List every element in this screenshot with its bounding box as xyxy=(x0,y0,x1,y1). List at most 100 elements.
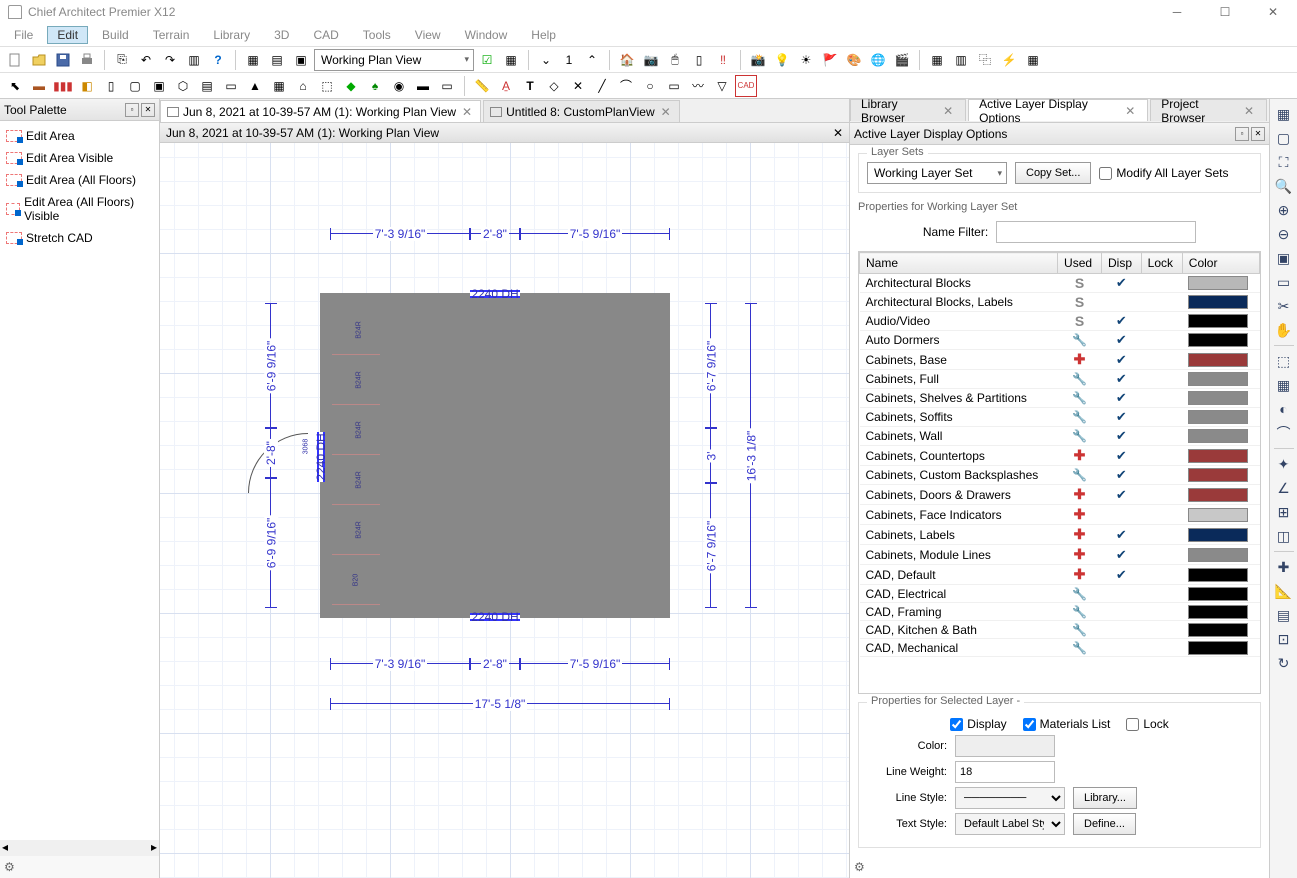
zoom-icon[interactable]: 🔍 xyxy=(1273,175,1295,197)
select-area-icon[interactable]: ▭ xyxy=(1273,271,1295,293)
redo-icon[interactable]: ↷ xyxy=(159,49,181,71)
spline-icon[interactable]: 〰 xyxy=(687,75,709,97)
arc-view-icon[interactable]: ⌒ xyxy=(1273,422,1295,444)
grid-snap-icon[interactable]: ⊞ xyxy=(1273,501,1295,523)
column-header[interactable]: Name xyxy=(860,253,1058,274)
tool-palette-item[interactable]: Edit Area Visible xyxy=(4,147,155,169)
close-button[interactable]: ✕ xyxy=(1257,2,1289,22)
color-swatch[interactable] xyxy=(1188,314,1248,328)
right-tab[interactable]: Library Browser✕ xyxy=(850,99,966,121)
layer-row[interactable]: Cabinets, Face Indicators✚ xyxy=(860,505,1260,525)
document-tab[interactable]: Jun 8, 2021 at 10-39-57 AM (1): Working … xyxy=(160,100,481,122)
plan-canvas[interactable]: 7'-3 9/16" 2'-8" 7'-5 9/16" B24RB24RB24R… xyxy=(160,143,849,878)
zoom-in-icon[interactable]: ⊕ xyxy=(1273,199,1295,221)
layer-set-dropdown[interactable]: Working Layer Set xyxy=(867,162,1007,184)
reference-icon[interactable]: ⬚ xyxy=(1273,350,1295,372)
layer-row[interactable]: Auto Dormers🔧✔ xyxy=(860,331,1260,350)
layer-row[interactable]: CAD, Default✚✔ xyxy=(860,565,1260,585)
color-swatch[interactable] xyxy=(1188,568,1248,582)
arc-icon[interactable]: ⌒ xyxy=(615,75,637,97)
down-arrow-icon[interactable]: ⌄ xyxy=(535,49,557,71)
layer-row[interactable]: Cabinets, Countertops✚✔ xyxy=(860,446,1260,466)
shape-icon[interactable]: ◇ xyxy=(543,75,565,97)
layer-row[interactable]: Cabinets, Wall🔧✔ xyxy=(860,427,1260,446)
color-swatch[interactable] xyxy=(1188,295,1248,309)
layer-row[interactable]: Cabinets, Shelves & Partitions🔧✔ xyxy=(860,389,1260,408)
panel-float-icon[interactable]: ▫ xyxy=(1235,127,1249,141)
framing-icon[interactable]: ▦ xyxy=(268,75,290,97)
tool-palette-item[interactable]: Stretch CAD xyxy=(4,227,155,249)
house2-icon[interactable]: ⌂ xyxy=(292,75,314,97)
fill-window-icon[interactable]: ⛶ xyxy=(1273,151,1295,173)
menu-build[interactable]: Build xyxy=(92,26,139,44)
color-swatch[interactable] xyxy=(1188,528,1248,542)
undo-icon[interactable]: ↶ xyxy=(135,49,157,71)
view-close-icon[interactable]: ✕ xyxy=(833,126,843,140)
road-icon[interactable]: ⬚ xyxy=(316,75,338,97)
electrical-icon[interactable]: ⬡ xyxy=(172,75,194,97)
materials-checkbox[interactable]: Materials List xyxy=(1023,717,1111,731)
layer-row[interactable]: Cabinets, Base✚✔ xyxy=(860,350,1260,370)
menu-edit[interactable]: Edit xyxy=(47,26,88,44)
tab-close-icon[interactable]: ✕ xyxy=(659,105,673,119)
check-icon[interactable]: ☑ xyxy=(476,49,498,71)
cabinet-icon[interactable]: ▢ xyxy=(124,75,146,97)
panel-icon[interactable]: ▥ xyxy=(950,49,972,71)
fill-icon[interactable]: ▣ xyxy=(1273,247,1295,269)
side-window-icon[interactable]: ▥ xyxy=(183,49,205,71)
menu-view[interactable]: View xyxy=(405,26,451,44)
refresh-icon[interactable]: ↻ xyxy=(1273,652,1295,674)
bumping-icon[interactable]: ◫ xyxy=(1273,525,1295,547)
mouse-icon[interactable]: 🖱 xyxy=(664,49,686,71)
sheet-icon[interactable]: ▤ xyxy=(266,49,288,71)
color-swatch[interactable] xyxy=(1188,587,1248,601)
color-swatch[interactable] xyxy=(1188,641,1248,655)
crop-icon[interactable]: ✂ xyxy=(1273,295,1295,317)
color-swatch[interactable] xyxy=(1188,429,1248,443)
globe-icon[interactable]: 🌐 xyxy=(867,49,889,71)
help-icon[interactable]: ? xyxy=(207,49,229,71)
layer-row[interactable]: Cabinets, Soffits🔧✔ xyxy=(860,408,1260,427)
modify-all-checkbox[interactable]: Modify All Layer Sets xyxy=(1099,166,1228,180)
ruler-icon[interactable]: 📐 xyxy=(1273,580,1295,602)
gear-icon[interactable]: ⚙ xyxy=(850,856,1269,878)
panel-close-icon[interactable]: ✕ xyxy=(141,103,155,117)
angle-icon[interactable]: ∠ xyxy=(1273,477,1295,499)
plant-icon[interactable]: ♠ xyxy=(364,75,386,97)
print-icon[interactable] xyxy=(76,49,98,71)
line-icon[interactable]: ╱ xyxy=(591,75,613,97)
palette-icon[interactable]: 🎨 xyxy=(843,49,865,71)
layer-row[interactable]: Cabinets, Custom Backsplashes🔧✔ xyxy=(860,466,1260,485)
sprinkler-icon[interactable]: ◉ xyxy=(388,75,410,97)
name-filter-input[interactable] xyxy=(996,221,1196,243)
elevation-icon[interactable]: ▯ xyxy=(688,49,710,71)
column-header[interactable]: Color xyxy=(1182,253,1259,274)
document-tab[interactable]: Untitled 8: CustomPlanView✕ xyxy=(483,100,680,122)
layer-row[interactable]: Cabinets, Module Lines✚✔ xyxy=(860,545,1260,565)
roof-icon[interactable]: ▲ xyxy=(244,75,266,97)
film-icon[interactable]: 🎬 xyxy=(891,49,913,71)
stair-icon[interactable]: ▤ xyxy=(196,75,218,97)
panel-close-icon[interactable]: ✕ xyxy=(1251,127,1265,141)
color-swatch[interactable] xyxy=(1188,488,1248,502)
dimension-icon[interactable]: A̱ xyxy=(495,75,517,97)
layer-row[interactable]: Cabinets, Doors & Drawers✚✔ xyxy=(860,485,1260,505)
layers-icon[interactable]: ▦ xyxy=(926,49,948,71)
color-swatch[interactable] xyxy=(1188,605,1248,619)
grid2-icon[interactable]: ▦ xyxy=(1022,49,1044,71)
crosshair-icon[interactable]: ✚ xyxy=(1273,556,1295,578)
library-button[interactable]: Library... xyxy=(1073,787,1137,809)
layout-icon[interactable]: ▦ xyxy=(242,49,264,71)
layer-row[interactable]: CAD, Mechanical🔧 xyxy=(860,639,1260,657)
new-file-icon[interactable] xyxy=(4,49,26,71)
color-swatch[interactable] xyxy=(1188,508,1248,522)
tab-close-icon[interactable]: ✕ xyxy=(941,104,955,118)
color-swatch[interactable] xyxy=(1188,391,1248,405)
color-swatch-input[interactable] xyxy=(955,735,1055,757)
up-arrow-icon[interactable]: ⌃ xyxy=(581,49,603,71)
slab-icon[interactable]: ▭ xyxy=(436,75,458,97)
wall-icon[interactable]: ▬ xyxy=(28,75,50,97)
tool-palette-item[interactable]: Edit Area (All Floors) Visible xyxy=(4,191,155,227)
color-toggle-icon[interactable]: ◐ xyxy=(1273,398,1295,420)
right-tab[interactable]: Project Browser✕ xyxy=(1150,99,1267,121)
